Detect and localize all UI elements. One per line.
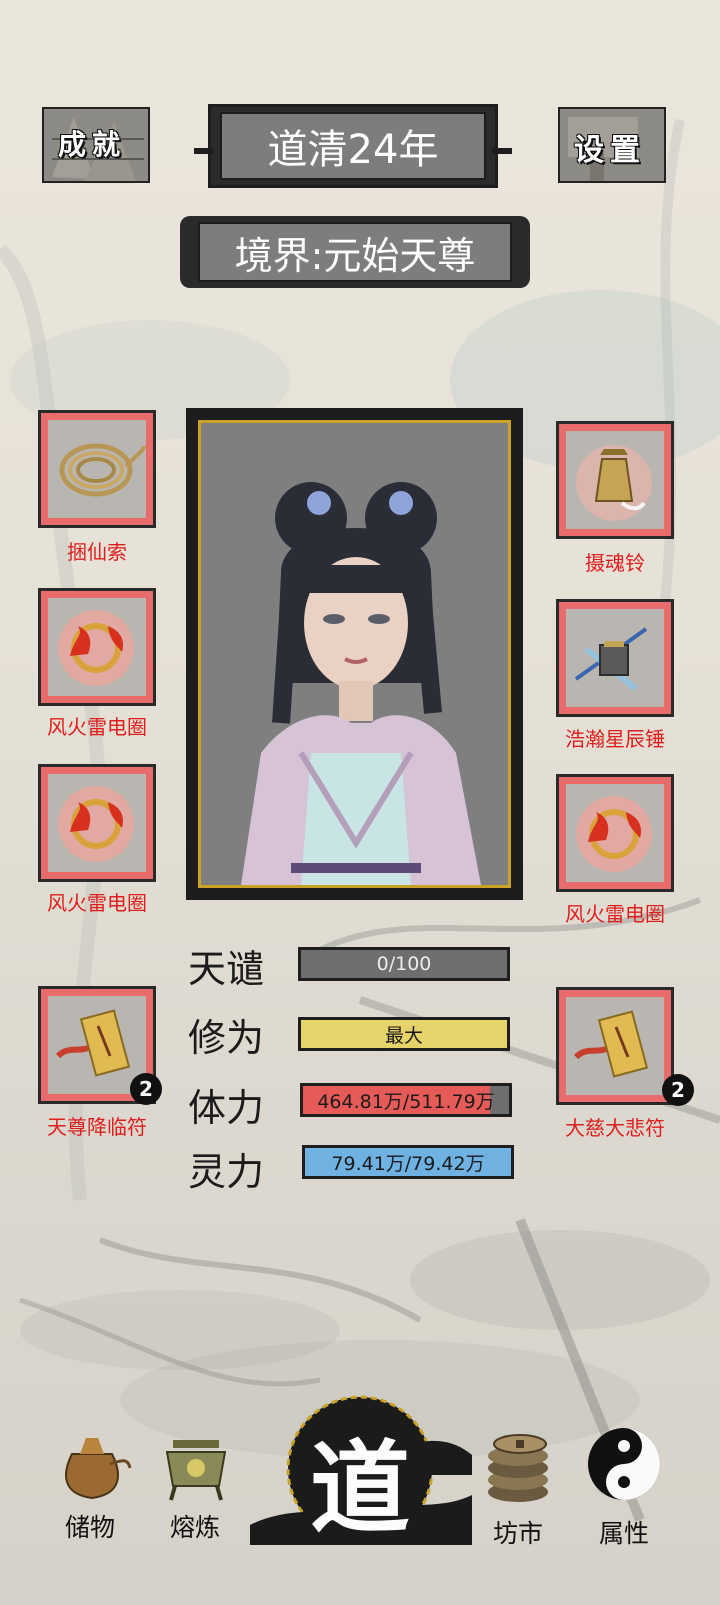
hammer-icon [574,627,648,692]
stat-value: 464.81万/511.79万 [317,1090,495,1113]
dao-glyph: 道 [310,1429,410,1547]
character-portrait-frame [186,408,523,900]
equipment-slot-right-1[interactable] [556,421,674,539]
yin-yang-icon [588,1428,660,1500]
nav-market[interactable]: 坊市 [468,1420,568,1550]
stat-bar-lingli: 79.41万/79.42万 [302,1145,514,1179]
equipment-slot-left-1[interactable] [38,410,156,528]
equipment-slot-left-2[interactable] [38,588,156,706]
nav-attributes[interactable]: 属性 [574,1420,674,1550]
nav-label-storage: 储物 [64,1513,115,1542]
nav-smelt[interactable]: 熔炼 [145,1420,245,1550]
slot-label-right-3: 风火雷电圈 [565,902,665,926]
slot-label-left-1: 捆仙索 [67,540,127,564]
settings-button[interactable]: 设置 [558,107,666,183]
stat-bar-tianqian: 0/100 [298,947,510,981]
settings-label: 设置 [574,133,646,168]
stat-name-tili: 体力 [188,1086,265,1130]
achievement-label: 成就 [58,128,127,161]
fire-ring-icon [58,610,134,686]
slot-label-right-1: 摄魂铃 [585,551,645,575]
stat-name-lingli: 灵力 [188,1150,265,1194]
realm-text: 境界:元始天尊 [234,233,476,278]
year-plaque: 道清24年 [194,104,512,188]
item-count-badge: 2 [130,1073,162,1105]
nav-label-market: 坊市 [492,1519,543,1548]
equipment-slot-right-3[interactable] [556,774,674,892]
equipment-slot-right-2[interactable] [556,599,674,717]
slot-label-left-3: 风火雷电圈 [47,891,147,915]
equipment-slot-left-3[interactable] [38,764,156,882]
item-count-badge: 2 [662,1074,694,1106]
rope-icon [59,443,146,497]
cauldron-icon [165,1440,227,1501]
nav-label-attributes: 属性 [598,1519,649,1548]
nav-label-smelt: 熔炼 [169,1513,220,1542]
talisman-icon [55,1009,131,1077]
character-portrait [201,423,508,885]
fire-ring-icon [58,786,134,862]
stat-value: 79.41万/79.42万 [331,1152,485,1175]
nav-center-dao[interactable]: 道 [250,1385,472,1547]
slot-label-right-4: 大慈大悲符 [565,1116,665,1140]
bell-icon [576,445,652,521]
stat-value: 0/100 [376,953,432,975]
stat-bar-tili: 464.81万/511.79万 [300,1083,512,1117]
stat-name-xiuwei: 修为 [188,1016,265,1060]
stat-value: 最大 [384,1024,423,1047]
equipment-slot-right-4[interactable] [556,987,674,1105]
fire-ring-icon [576,796,652,872]
pouch-icon [65,1438,132,1500]
slot-label-right-2: 浩瀚星辰锤 [565,727,665,751]
talisman-icon [573,1010,649,1078]
realm-plaque: 境界:元始天尊 [180,216,530,288]
achievement-button[interactable]: 成就 [42,107,150,183]
slot-label-left-4: 天尊降临符 [47,1115,147,1139]
slot-label-left-2: 风火雷电圈 [47,715,147,739]
nav-storage[interactable]: 储物 [40,1420,140,1550]
stat-bar-xiuwei: 最大 [298,1017,510,1051]
year-text: 道清24年 [267,127,439,173]
coin-stack-icon [488,1434,548,1502]
stat-name-tianqian: 天谴 [188,947,265,991]
